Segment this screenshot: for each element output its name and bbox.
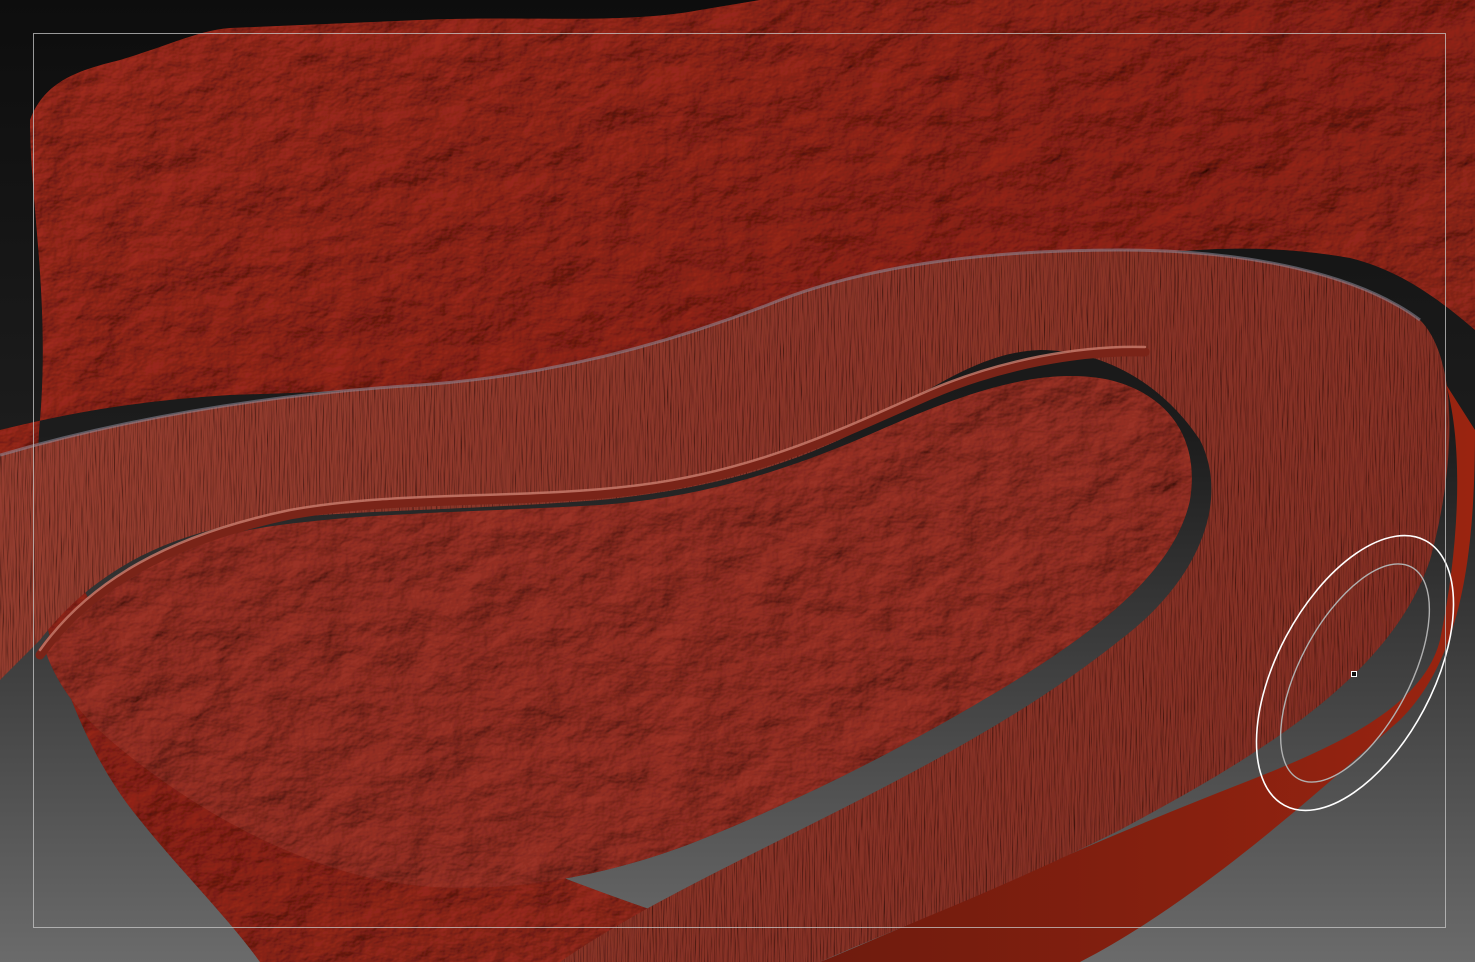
brush-cursor [1351, 671, 1357, 677]
canvas-viewport[interactable] [0, 0, 1475, 962]
sculpt-scene[interactable] [0, 0, 1475, 962]
